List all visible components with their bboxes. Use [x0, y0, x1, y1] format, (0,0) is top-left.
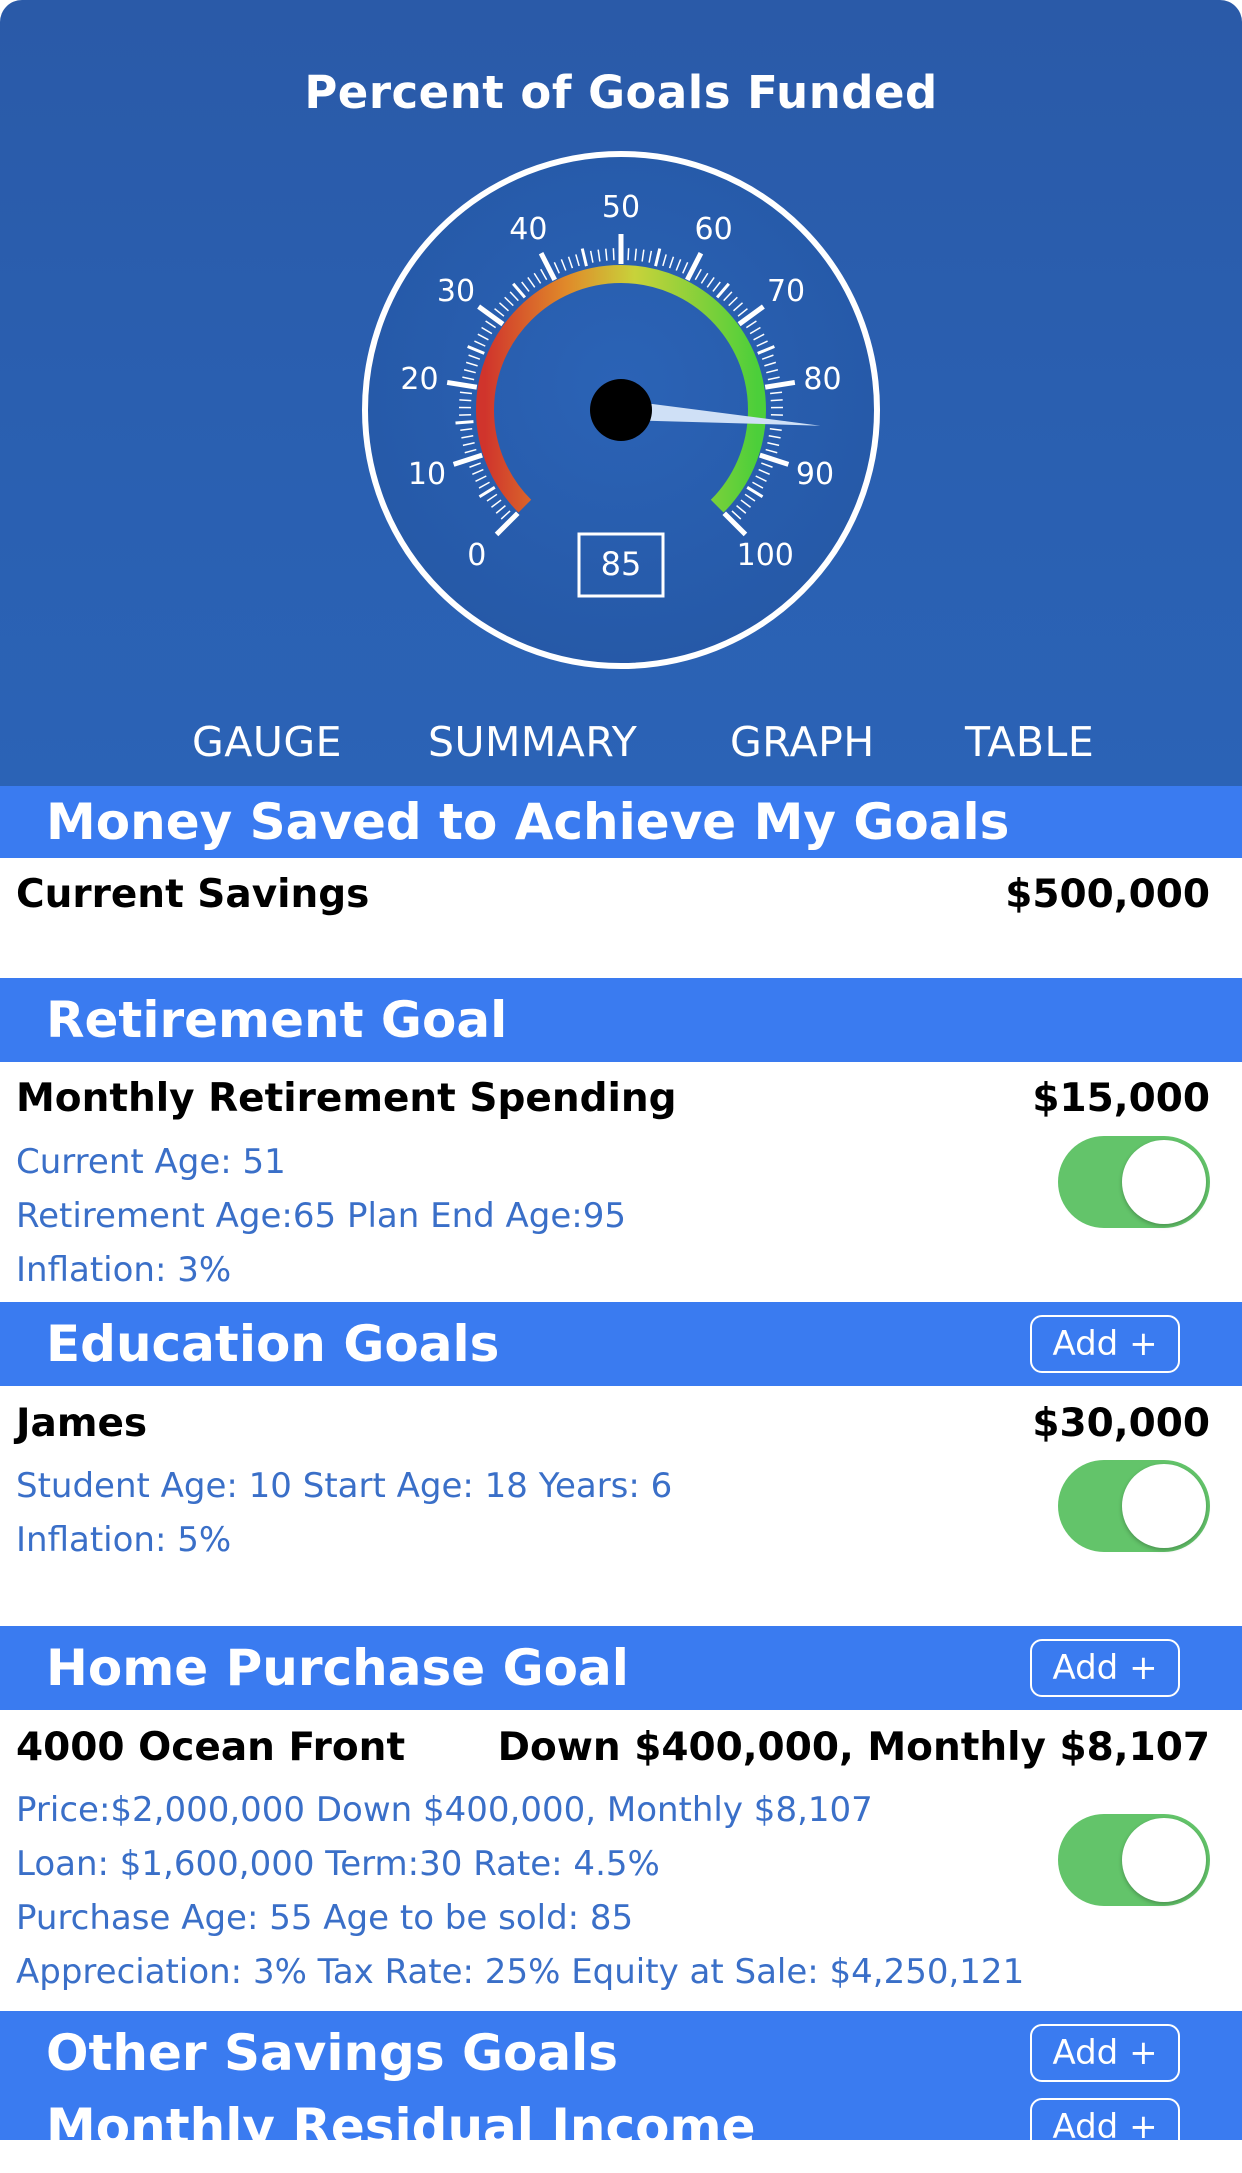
retirement-detail-ages: Retirement Age:65 Plan End Age:95 [16, 1196, 626, 1236]
gauge-minor-tick [627, 248, 630, 261]
retirement-spending-label[interactable]: Monthly Retirement Spending [16, 1076, 677, 1121]
gauge-scale-label: 70 [767, 274, 805, 309]
gauge-scale-label: 40 [509, 212, 547, 247]
tab-summary[interactable]: SUMMARY [428, 718, 637, 766]
education-student-name[interactable]: James [16, 1401, 147, 1446]
retirement-goal-toggle[interactable] [1058, 1136, 1210, 1228]
home-summary[interactable]: Down $400,000, Monthly $8,107 [498, 1725, 1210, 1770]
education-detail-ages: Student Age: 10 Start Age: 18 Years: 6 [16, 1466, 673, 1506]
add-home-goal-button[interactable]: Add + [1030, 1639, 1180, 1697]
education-goal-toggle[interactable] [1058, 1460, 1210, 1552]
gauge-minor-tick [455, 420, 474, 425]
gauge-hub [590, 379, 652, 441]
retirement-detail-inflation: Inflation: 3% [16, 1250, 232, 1290]
section-education-title: Education Goals [46, 1315, 500, 1373]
gauge-scale-label: 0 [467, 538, 486, 573]
toggle-knob [1122, 1464, 1206, 1548]
toggle-knob [1122, 1818, 1206, 1902]
tab-gauge[interactable]: GAUGE [192, 718, 342, 766]
gauge-scale-label: 100 [737, 538, 794, 573]
funding-gauge: 0 10 20 30 40 50 60 70 80 90 100 85 [362, 151, 880, 669]
section-home-title: Home Purchase Goal [46, 1639, 629, 1697]
home-goal-toggle[interactable] [1058, 1814, 1210, 1906]
gauge-scale-label: 30 [437, 274, 475, 309]
retirement-detail-age: Current Age: 51 [16, 1142, 286, 1182]
home-detail-loan: Loan: $1,600,000 Term:30 Rate: 4.5% [16, 1844, 660, 1884]
section-education-header: Education Goals Add + [0, 1302, 1242, 1386]
section-retirement-title: Retirement Goal [46, 991, 508, 1049]
current-savings-amount[interactable]: $500,000 [1005, 872, 1210, 917]
gauge-scale-label: 90 [796, 457, 834, 492]
home-detail-price: Price:$2,000,000 Down $400,000, Monthly … [16, 1790, 873, 1830]
add-education-goal-button[interactable]: Add + [1030, 1315, 1180, 1373]
home-detail-ages: Purchase Age: 55 Age to be sold: 85 [16, 1898, 634, 1938]
retirement-spending-amount[interactable]: $15,000 [1032, 1076, 1210, 1121]
gauge-title: Percent of Goals Funded [304, 66, 938, 119]
gauge-value: 85 [601, 545, 642, 583]
gauge-scale-label: 50 [602, 190, 640, 225]
add-other-goal-button[interactable]: Add + [1030, 2024, 1180, 2082]
gauge-minor-tick [612, 248, 615, 261]
tab-graph[interactable]: GRAPH [730, 718, 875, 766]
section-other-title: Other Savings Goals [46, 2024, 619, 2082]
home-property-name[interactable]: 4000 Ocean Front [16, 1725, 405, 1770]
gauge-scale-label: 80 [803, 362, 841, 397]
current-savings-label: Current Savings [16, 872, 370, 917]
education-amount[interactable]: $30,000 [1032, 1401, 1210, 1446]
bottom-edge [0, 2140, 1242, 2173]
gauge-panel: Percent of Goals Funded 0 10 20 30 40 50 60 70 8… [0, 0, 1242, 786]
section-home-header: Home Purchase Goal Add + [0, 1626, 1242, 1710]
toggle-knob [1122, 1140, 1206, 1224]
home-detail-appreciation: Appreciation: 3% Tax Rate: 25% Equity at… [16, 1952, 1025, 1992]
gauge-minor-tick [770, 399, 783, 402]
gauge-minor-tick [459, 399, 472, 402]
gauge-scale-label: 20 [400, 362, 438, 397]
tab-table[interactable]: TABLE [965, 718, 1094, 766]
view-tabs: GAUGE SUMMARY GRAPH TABLE [0, 718, 1242, 774]
section-retirement-header: Retirement Goal [0, 978, 1242, 1062]
section-savings-title: Money Saved to Achieve My Goals [46, 793, 1010, 851]
gauge-scale-label: 10 [408, 457, 446, 492]
gauge-scale-label: 60 [695, 212, 733, 247]
education-detail-inflation: Inflation: 5% [16, 1520, 232, 1560]
section-savings-header: Money Saved to Achieve My Goals [0, 786, 1242, 858]
section-other-header: Other Savings Goals Add + [0, 2011, 1242, 2095]
